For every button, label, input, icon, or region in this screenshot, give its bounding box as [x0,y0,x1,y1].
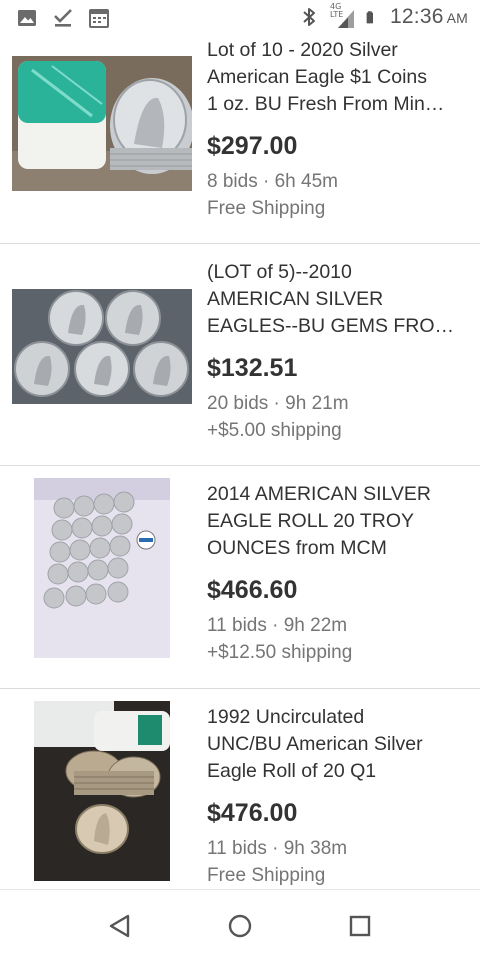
listing-title-line: EAGLE ROLL 20 TROY [207,510,415,532]
listing-title-line: 1 oz. BU Fresh From Min… [207,93,445,115]
battery-icon [366,11,374,24]
calendar-icon [89,9,109,28]
bluetooth-icon [303,8,316,26]
network-label: 4G LTE [330,2,344,19]
listing-title-line: AMERICAN SILVER [207,288,384,310]
recents-square-icon[interactable] [344,910,376,942]
clock: 12:36 AM [390,5,468,28]
listing-info: (LOT of 5)--2010 AMERICAN SILVER EAGLES-… [207,259,462,444]
status-bar-notifications [16,7,110,29]
listing-shipping: +$5.00 shipping [207,420,342,441]
listing-bids-time: 20 bids · 9h 21m [207,393,349,414]
listing-price: $476.00 [207,799,298,827]
listing-title[interactable]: Lot of 10 - 2020 Silver American Eagle $… [207,37,462,118]
listing-shipping: Free Shipping [207,198,326,219]
listing-item[interactable]: 2014 AMERICAN SILVER EAGLE ROLL 20 TROY … [0,466,480,689]
listing-title-line: Lot of 10 - 2020 Silver [207,39,398,61]
system-nav-bar [0,889,480,960]
listing-thumbnail[interactable] [34,478,170,658]
listing-info: 2014 AMERICAN SILVER EAGLE ROLL 20 TROY … [207,481,462,666]
coin-tube-image [12,56,192,191]
listing-thumbnail[interactable] [34,701,170,881]
back-triangle-icon[interactable] [104,910,136,942]
listing-info: Lot of 10 - 2020 Silver American Eagle $… [207,37,462,222]
listing-item[interactable]: Lot of 10 - 2020 Silver American Eagle $… [0,36,480,244]
listing-title-line: EAGLES--BU GEMS FRO… [207,315,455,337]
listing-shipping: Free Shipping [207,865,326,886]
listing-title[interactable]: (LOT of 5)--2010 AMERICAN SILVER EAGLES-… [207,259,462,340]
listing-bids-time: 11 bids · 9h 38m [207,838,348,859]
listing-thumbnail[interactable] [12,56,192,191]
status-bar-system: 4G LTE 12:36 AM [298,2,468,30]
listing-title-line: UNC/BU American Silver [207,733,423,755]
status-bar: 4G LTE 12:36 AM [0,0,480,36]
listing-title[interactable]: 1992 Uncirculated UNC/BU American Silver… [207,704,462,785]
network-indicator: 4G LTE [330,2,356,30]
image-icon [18,10,36,26]
listing-price: $297.00 [207,132,298,160]
listing-info: 1992 Uncirculated UNC/BU American Silver… [207,704,462,889]
listing-price: $466.60 [207,576,298,604]
listing-title-line: OUNCES from MCM [207,537,387,559]
coin-stack-image [34,701,170,881]
listing-title[interactable]: 2014 AMERICAN SILVER EAGLE ROLL 20 TROY … [207,481,462,562]
five-coins-image [12,289,192,404]
listing-title-line: American Eagle $1 Coins [207,66,428,88]
listing-title-line: 2014 AMERICAN SILVER [207,483,431,505]
listing-title-line: Eagle Roll of 20 Q1 [207,760,377,782]
listing-bids-time: 8 bids · 6h 45m [207,171,338,192]
listing-thumbnail[interactable] [12,289,192,404]
home-circle-icon[interactable] [224,910,256,942]
listing-shipping: +$12.50 shipping [207,642,353,663]
coin-roll-grid-image [34,478,170,658]
listing-title-line: (LOT of 5)--2010 [207,261,352,283]
listing-price: $132.51 [207,354,298,382]
listing-bids-time: 11 bids · 9h 22m [207,615,348,636]
listing-item[interactable]: (LOT of 5)--2010 AMERICAN SILVER EAGLES-… [0,244,480,466]
check-download-icon [54,9,72,27]
listing-item[interactable]: 1992 Uncirculated UNC/BU American Silver… [0,689,480,889]
listing-title-line: 1992 Uncirculated [207,706,365,728]
